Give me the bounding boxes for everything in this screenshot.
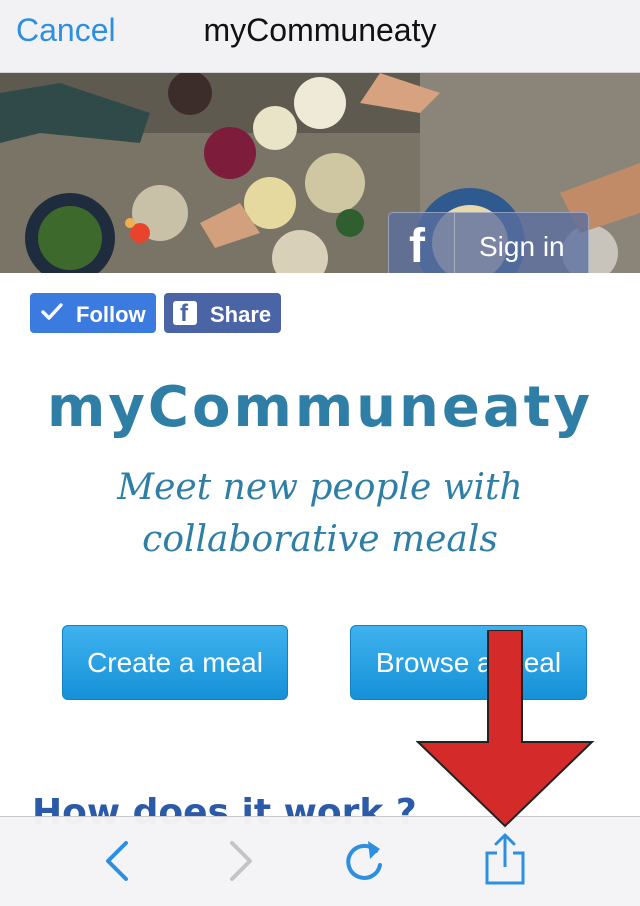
forward-chevron-icon[interactable] [224, 839, 258, 883]
hero-image: f Sign in [0, 73, 640, 273]
create-meal-button[interactable]: Create a meal [62, 625, 288, 700]
facebook-signin-button[interactable]: f Sign in [388, 212, 589, 273]
reload-icon[interactable] [342, 837, 388, 885]
tagline-line-2: collaborative meals [142, 519, 498, 560]
share-button[interactable]: f Share [164, 293, 281, 333]
follow-button[interactable]: Follow [30, 293, 156, 333]
brand-heading: myCommuneaty [47, 375, 593, 440]
follow-label: Follow [76, 302, 146, 327]
red-arrow-annotation [416, 630, 595, 828]
page-title: myCommuneaty [203, 12, 437, 48]
nav-bar: Cancel myCommuneaty [0, 0, 640, 73]
share-icon[interactable] [482, 831, 528, 887]
facebook-icon: f [173, 300, 197, 327]
facebook-icon: f [389, 213, 455, 273]
checkmark-icon [41, 303, 63, 320]
share-label: Share [210, 302, 272, 327]
tagline-line-1: Meet new people with [117, 467, 523, 508]
signin-label: Sign in [479, 231, 565, 262]
tagline: Meet new people with collaborative meals [0, 462, 640, 566]
back-chevron-icon[interactable] [100, 839, 134, 883]
